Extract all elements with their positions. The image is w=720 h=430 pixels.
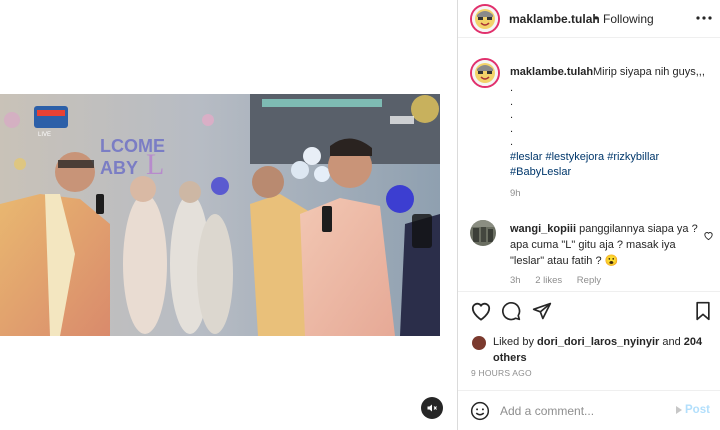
comment-reply-button[interactable]: Reply [577,275,601,286]
comment-likes-count[interactable]: 2 likes [535,275,562,286]
caption-hashtags[interactable]: #leslar #lestykejora #rizkybillar #BabyL… [510,150,715,179]
post-media: LCOME ABY L LIVE [0,0,457,430]
caption-dot: . [510,136,514,148]
comment-icon[interactable] [501,301,521,326]
likes-conjunction: and [662,336,681,348]
author-avatar[interactable] [470,4,500,34]
caption-timestamp: 9h [510,188,521,199]
author-username[interactable]: maklambe.tulah [509,12,600,26]
emoji-icon[interactable] [470,401,490,426]
likes-text: Liked by dori_dori_laros_nyinyir and 204… [493,334,708,366]
video-player[interactable]: LCOME ABY L LIVE [0,94,440,336]
comment-meta: 3h 2 likes Reply [510,275,613,286]
svg-text:LIVE: LIVE [38,132,51,138]
comment-body: wangi_kopiii panggilannya siapa ya ? apa… [510,221,705,269]
caption-username[interactable]: maklambe.tulah [510,66,593,78]
separator-dot: • [594,11,599,25]
add-comment-bar: Post [458,391,720,430]
post-timestamp[interactable]: 9 HOURS AGO [471,368,532,378]
post-button-label: Post [685,404,710,416]
share-icon[interactable] [532,301,552,326]
heart-outline-icon[interactable] [703,228,714,246]
comment-input[interactable] [500,401,670,421]
caption-dot: . [510,109,514,121]
commenter-username[interactable]: wangi_kopiii [510,223,576,235]
caption-author-avatar[interactable] [470,58,500,88]
post-header: maklambe.tulah • Following [458,0,720,38]
post-indicator-icon [676,406,682,414]
commenter-avatar[interactable] [470,220,496,246]
speaker-muted-icon[interactable] [421,397,443,419]
caption-dot: . [510,82,514,94]
post-actions [470,301,715,323]
svg-text:ABY: ABY [100,158,138,178]
comment-timestamp: 3h [510,275,521,286]
more-options-icon[interactable] [694,8,714,28]
heart-icon[interactable] [470,301,492,326]
caption-dots: . . . . . [510,82,513,150]
caption-text: Mirip siyapa nih guys,,, [593,66,705,78]
liker-username[interactable]: dori_dori_laros_nyinyir [537,336,659,348]
likes-prefix: Liked by [493,336,534,348]
post-comment-button[interactable]: Post [675,404,710,416]
following-button[interactable]: Following [603,12,654,26]
bookmark-icon[interactable] [694,301,712,326]
caption-dot: . [510,95,514,108]
post-details-panel: maklambe.tulah • Following maklambe.tula… [458,0,720,430]
video-frame-image: LCOME ABY L LIVE [0,94,440,336]
caption-dot: . [510,122,514,135]
actions-divider [458,291,720,292]
svg-text:L: L [146,148,164,181]
liker-avatar[interactable] [472,336,486,350]
